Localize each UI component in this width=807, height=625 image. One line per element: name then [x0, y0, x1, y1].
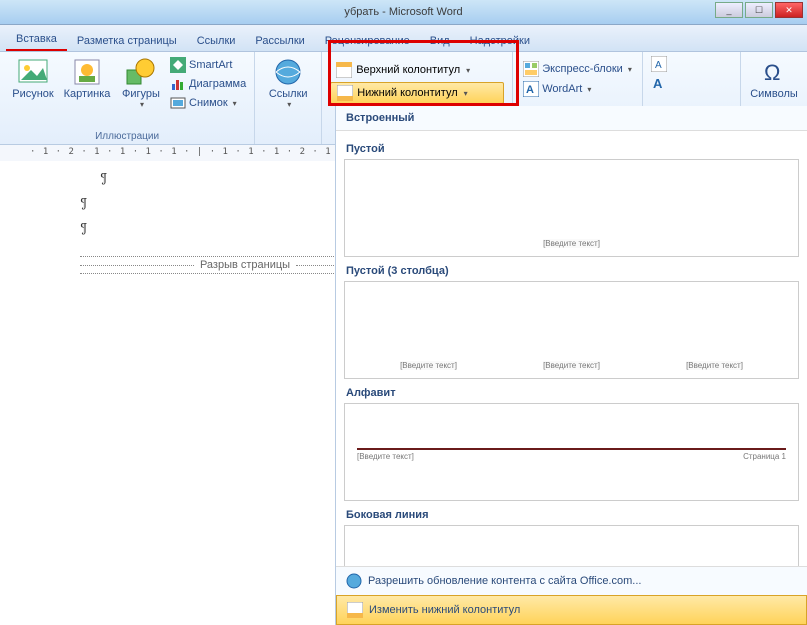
- clipart-icon: [71, 56, 103, 88]
- footer-icon: [337, 85, 353, 101]
- dropcap-icon[interactable]: A: [651, 75, 667, 91]
- screenshot-button[interactable]: Снимок▾: [168, 94, 248, 112]
- gallery-item-alphabet-title: Алфавит: [346, 387, 797, 399]
- footer-button[interactable]: Нижний колонтитул▾: [330, 82, 504, 104]
- symbols-button[interactable]: Ω Символы: [747, 54, 801, 102]
- links-button[interactable]: Ссылки▾: [261, 54, 315, 111]
- maximize-button[interactable]: ☐: [745, 2, 773, 18]
- picture-button[interactable]: Рисунок: [6, 54, 60, 102]
- links-icon: [272, 56, 304, 88]
- chart-icon: [170, 76, 186, 92]
- tab-insert[interactable]: Вставка: [6, 28, 67, 51]
- globe-icon: [346, 573, 362, 589]
- screenshot-icon: [170, 95, 186, 111]
- chevron-down-icon: ▾: [587, 85, 591, 94]
- chevron-down-icon: ▾: [628, 65, 632, 74]
- ribbon-tabs: Вставка Разметка страницы Ссылки Рассылк…: [0, 25, 807, 52]
- gallery-item-blank-title: Пустой: [346, 143, 797, 155]
- footer-gallery-dropdown: Встроенный Пустой [Введите текст] Пустой…: [335, 106, 807, 625]
- tab-page-layout[interactable]: Разметка страницы: [67, 30, 187, 51]
- quickparts-button[interactable]: Экспресс-блоки▾: [521, 60, 634, 78]
- gallery-item-blank3[interactable]: [Введите текст] [Введите текст] [Введите…: [344, 281, 799, 379]
- tab-references[interactable]: Ссылки: [187, 30, 246, 51]
- title-bar: убрать - Microsoft Word _ ☐ ✕: [0, 0, 807, 25]
- tab-addins[interactable]: Надстройки: [460, 30, 540, 51]
- chevron-down-icon: ▾: [464, 89, 468, 98]
- minimize-button[interactable]: _: [715, 2, 743, 18]
- gallery-item-sideline[interactable]: [344, 525, 799, 566]
- group-label-illustrations: Иллюстрации: [0, 129, 254, 144]
- gallery-item-blank3-title: Пустой (3 столбца): [346, 265, 797, 277]
- close-button[interactable]: ✕: [775, 2, 803, 18]
- tab-review[interactable]: Рецензирование: [315, 30, 420, 51]
- shapes-icon: [125, 56, 157, 88]
- chevron-down-icon: ▾: [466, 66, 470, 75]
- shapes-button[interactable]: Фигуры▾: [114, 54, 168, 111]
- chevron-down-icon: ▾: [233, 99, 237, 108]
- smartart-icon: [170, 57, 186, 73]
- window-title: убрать - Microsoft Word: [344, 6, 462, 18]
- gallery-scroll[interactable]: Пустой [Введите текст] Пустой (3 столбца…: [336, 131, 807, 566]
- edit-footer[interactable]: Изменить нижний колонтитул: [336, 595, 807, 625]
- gallery-item-alphabet[interactable]: [Введите текст]Страница 1: [344, 403, 799, 501]
- header-icon: [336, 62, 352, 78]
- textbox-icon[interactable]: A: [651, 56, 667, 72]
- tab-view[interactable]: Вид: [420, 30, 460, 51]
- wordart-button[interactable]: AWordArt▾: [521, 80, 634, 98]
- gallery-item-blank[interactable]: [Введите текст]: [344, 159, 799, 257]
- svg-text:Ω: Ω: [764, 60, 780, 85]
- svg-text:A: A: [526, 84, 534, 96]
- gallery-section-builtin: Встроенный: [336, 106, 807, 131]
- chart-button[interactable]: Диаграмма: [168, 75, 248, 93]
- wordart-icon: A: [523, 81, 539, 97]
- enable-office-updates[interactable]: Разрешить обновление контента с сайта Of…: [336, 567, 807, 595]
- svg-text:A: A: [653, 76, 663, 91]
- chevron-down-icon: ▾: [140, 100, 144, 109]
- quickparts-icon: [523, 61, 539, 77]
- clipart-button[interactable]: Картинка: [60, 54, 114, 102]
- svg-text:A: A: [655, 60, 662, 71]
- gallery-footer: Разрешить обновление контента с сайта Of…: [336, 566, 807, 625]
- header-button[interactable]: Верхний колонтитул▾: [330, 60, 504, 80]
- edit-footer-icon: [347, 602, 363, 618]
- omega-icon: Ω: [758, 56, 790, 88]
- chevron-down-icon: ▾: [287, 100, 291, 109]
- tab-mailings[interactable]: Рассылки: [245, 30, 314, 51]
- picture-icon: [17, 56, 49, 88]
- gallery-item-sideline-title: Боковая линия: [346, 509, 797, 521]
- smartart-button[interactable]: SmartArt: [168, 56, 248, 74]
